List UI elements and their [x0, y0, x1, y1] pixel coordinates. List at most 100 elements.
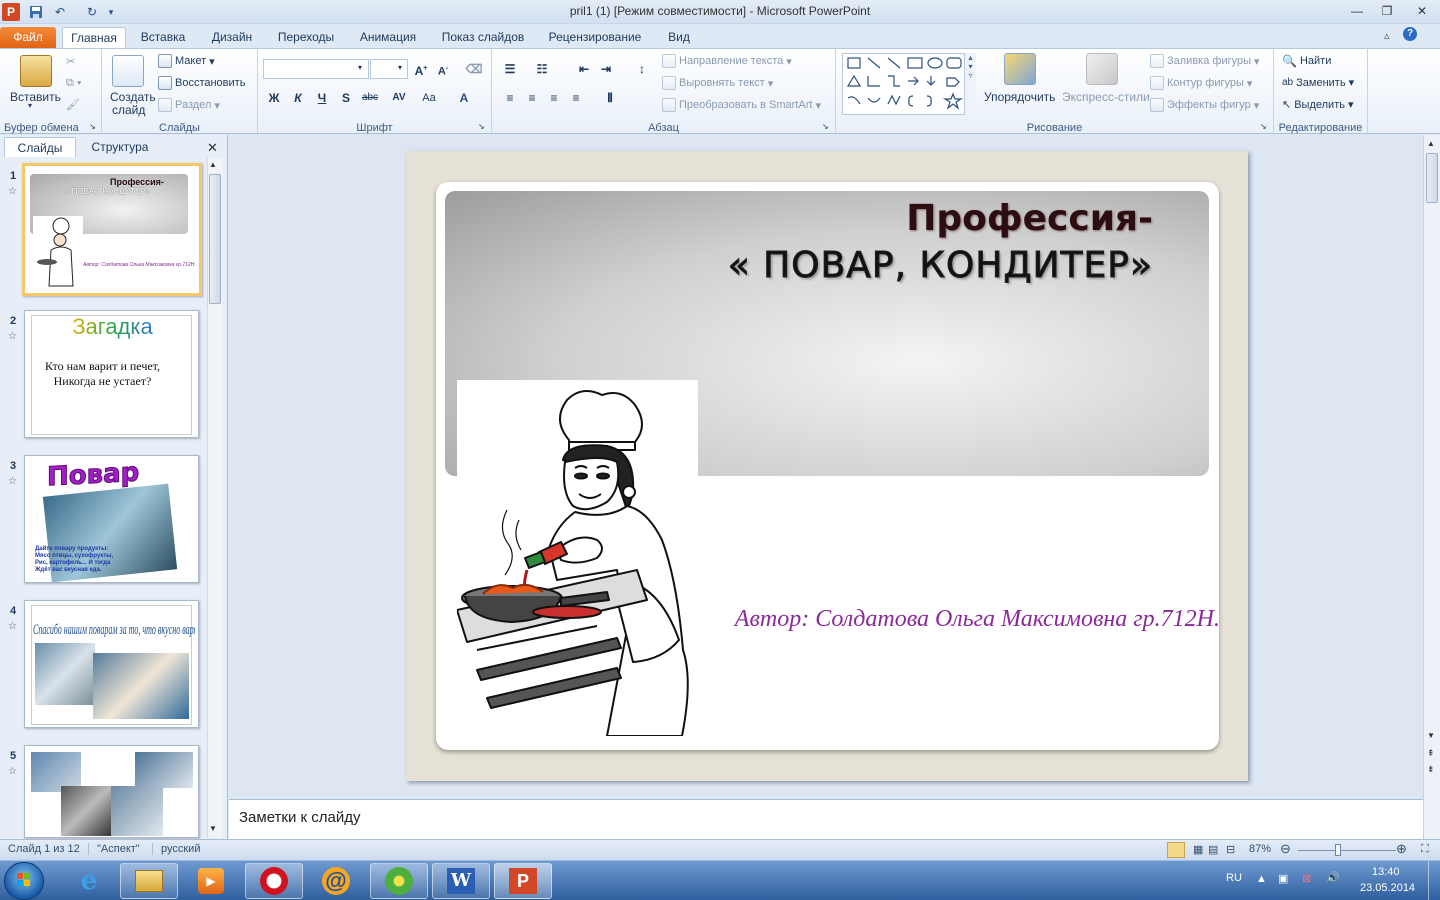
bullets-icon[interactable]: ☰: [500, 60, 520, 78]
tray-date[interactable]: 23.05.2014: [1360, 882, 1415, 894]
slideshow-icon[interactable]: ⊟: [1226, 843, 1235, 856]
numbering-icon[interactable]: ☷: [532, 60, 552, 78]
quick-styles-icon[interactable]: [1086, 53, 1118, 85]
font-size-field[interactable]: [370, 59, 408, 79]
layout-button[interactable]: Макет ▾: [158, 54, 215, 68]
tab-transitions[interactable]: Переходы: [270, 27, 342, 48]
slide-thumbnail-3[interactable]: Повар Дайте повару продукты: Мясо птицы,…: [24, 455, 199, 583]
tab-design[interactable]: Дизайн: [202, 27, 262, 48]
justify-icon[interactable]: ≡: [566, 89, 586, 107]
taskbar-powerpoint[interactable]: P: [494, 863, 552, 899]
arrange-icon[interactable]: [1004, 53, 1036, 85]
notes-placeholder[interactable]: Заметки к слайду: [239, 809, 361, 826]
start-button[interactable]: [4, 862, 44, 900]
taskbar-word[interactable]: W: [432, 863, 490, 899]
chef-image[interactable]: [456, 380, 698, 737]
taskbar-mail-agent[interactable]: @: [307, 863, 365, 899]
paragraph-launcher-icon[interactable]: ↘: [822, 122, 829, 131]
shapes-gallery[interactable]: [842, 53, 976, 115]
slide-subtitle[interactable]: « ПОВАР, КОНДИТЕР»: [560, 245, 1153, 287]
tab-view[interactable]: Вид: [660, 27, 698, 48]
scroll-down-icon[interactable]: ▼: [209, 824, 217, 833]
decrease-indent-icon[interactable]: ⇤: [574, 60, 594, 78]
line-spacing-icon[interactable]: ↕: [632, 60, 652, 78]
status-language[interactable]: русский: [152, 843, 200, 855]
paste-icon[interactable]: [20, 55, 52, 87]
slide-sorter-icon[interactable]: ▦: [1193, 843, 1203, 856]
shadow-button[interactable]: S: [336, 89, 356, 107]
tab-animation[interactable]: Анимация: [352, 27, 424, 48]
zoom-level[interactable]: 87%: [1249, 843, 1271, 855]
shapes-scroll[interactable]: ▴ ▾ ▿: [964, 53, 976, 115]
quick-styles-button[interactable]: Экспресс-стили: [1062, 90, 1150, 104]
new-slide-label-1[interactable]: Создать: [110, 90, 156, 104]
slide-title[interactable]: Профессия-: [660, 198, 1153, 239]
section-button[interactable]: Раздел ▾: [158, 98, 220, 112]
slide-thumbnail-2[interactable]: Загадка Кто нам варит и печет, Никогда н…: [24, 310, 199, 438]
restore-button[interactable]: ❐: [1375, 2, 1399, 20]
strikethrough-button[interactable]: abc: [358, 89, 382, 107]
show-desktop-button[interactable]: [1428, 861, 1440, 900]
normal-view-icon[interactable]: [1167, 842, 1185, 858]
reset-button[interactable]: Восстановить: [158, 76, 245, 90]
cut-icon[interactable]: ✂: [66, 55, 75, 68]
taskbar-media-player[interactable]: ▶: [182, 863, 240, 899]
notes-pane[interactable]: Заметки к слайду: [229, 799, 1423, 839]
paste-button[interactable]: Вставить: [10, 90, 61, 104]
char-spacing-button[interactable]: AV: [386, 89, 412, 107]
status-theme[interactable]: "Аспект": [88, 843, 140, 855]
tab-insert[interactable]: Вставка: [134, 27, 192, 48]
new-slide-label-2[interactable]: слайд: [112, 103, 145, 117]
format-painter-icon[interactable]: 🖌: [66, 98, 80, 111]
reading-view-icon[interactable]: ▤: [1208, 843, 1218, 856]
align-text-button[interactable]: Выровнять текст ▾: [662, 76, 773, 90]
underline-button[interactable]: Ч: [312, 89, 332, 107]
italic-button[interactable]: К: [288, 89, 308, 107]
next-slide-icon[interactable]: ⇟: [1427, 765, 1435, 774]
fit-to-window-icon[interactable]: ⛶: [1421, 843, 1429, 856]
taskbar-opera[interactable]: [245, 863, 303, 899]
copy-icon[interactable]: ⧉ ▾: [66, 77, 82, 90]
shrink-font-icon[interactable]: A-: [433, 60, 453, 78]
find-button[interactable]: 🔍 Найти: [1282, 54, 1331, 68]
shape-outline-button[interactable]: Контур фигуры ▾: [1150, 76, 1252, 90]
tab-home[interactable]: Главная: [62, 27, 126, 48]
slide-thumbnail-4[interactable]: Спасибо нашим поварам за то, что вкусно …: [24, 600, 199, 728]
replace-button[interactable]: ab Заменить ▾: [1282, 76, 1354, 90]
tray-expand-icon[interactable]: ▲: [1256, 873, 1267, 885]
scroll-thumb[interactable]: [1426, 153, 1438, 203]
font-name-dropdown-icon[interactable]: ▾: [358, 63, 362, 72]
taskbar-explorer[interactable]: [120, 863, 178, 899]
tray-alert-icon[interactable]: ⊠: [1302, 872, 1311, 885]
change-case-button[interactable]: Aa: [416, 89, 442, 107]
drawing-launcher-icon[interactable]: ↘: [1260, 122, 1267, 131]
font-size-dropdown-icon[interactable]: ▾: [398, 63, 402, 72]
arrange-button[interactable]: Упорядочить: [984, 90, 1055, 104]
align-left-icon[interactable]: ≡: [500, 89, 520, 107]
minimize-button[interactable]: —: [1345, 2, 1369, 20]
clipboard-launcher-icon[interactable]: ↘: [89, 122, 96, 131]
tray-time[interactable]: 13:40: [1372, 866, 1400, 878]
zoom-out-icon[interactable]: ⊖: [1280, 841, 1291, 857]
font-color-icon[interactable]: A: [454, 89, 474, 107]
increase-indent-icon[interactable]: ⇥: [596, 60, 616, 78]
scroll-thumb[interactable]: [209, 174, 221, 304]
zoom-slider-thumb[interactable]: [1335, 844, 1341, 856]
text-direction-button[interactable]: Направление текста ▾: [662, 54, 792, 68]
align-center-icon[interactable]: ≡: [522, 89, 542, 107]
slide-author[interactable]: Автор: Солдатова Ольга Максимовна гр.712…: [700, 606, 1220, 633]
paste-dropdown-icon[interactable]: ▾: [28, 101, 32, 110]
minimize-ribbon-icon[interactable]: ▵: [1384, 29, 1390, 42]
align-right-icon[interactable]: ≡: [544, 89, 564, 107]
tab-outline[interactable]: Структура: [82, 137, 158, 157]
help-icon[interactable]: ?: [1403, 27, 1417, 41]
editor-scrollbar[interactable]: ▲ ▼ ⇞ ⇟: [1423, 135, 1440, 839]
shape-effects-button[interactable]: Эффекты фигур ▾: [1150, 98, 1259, 112]
font-name-field[interactable]: [263, 59, 369, 79]
close-panel-icon[interactable]: ✕: [207, 140, 218, 156]
scroll-down-icon[interactable]: ▼: [1427, 731, 1435, 740]
tab-slideshow[interactable]: Показ слайдов: [434, 27, 532, 48]
shape-fill-button[interactable]: Заливка фигуры ▾: [1150, 54, 1260, 68]
taskbar-ie[interactable]: e: [60, 863, 118, 899]
slides-panel-scrollbar[interactable]: ▲ ▼: [207, 158, 223, 838]
